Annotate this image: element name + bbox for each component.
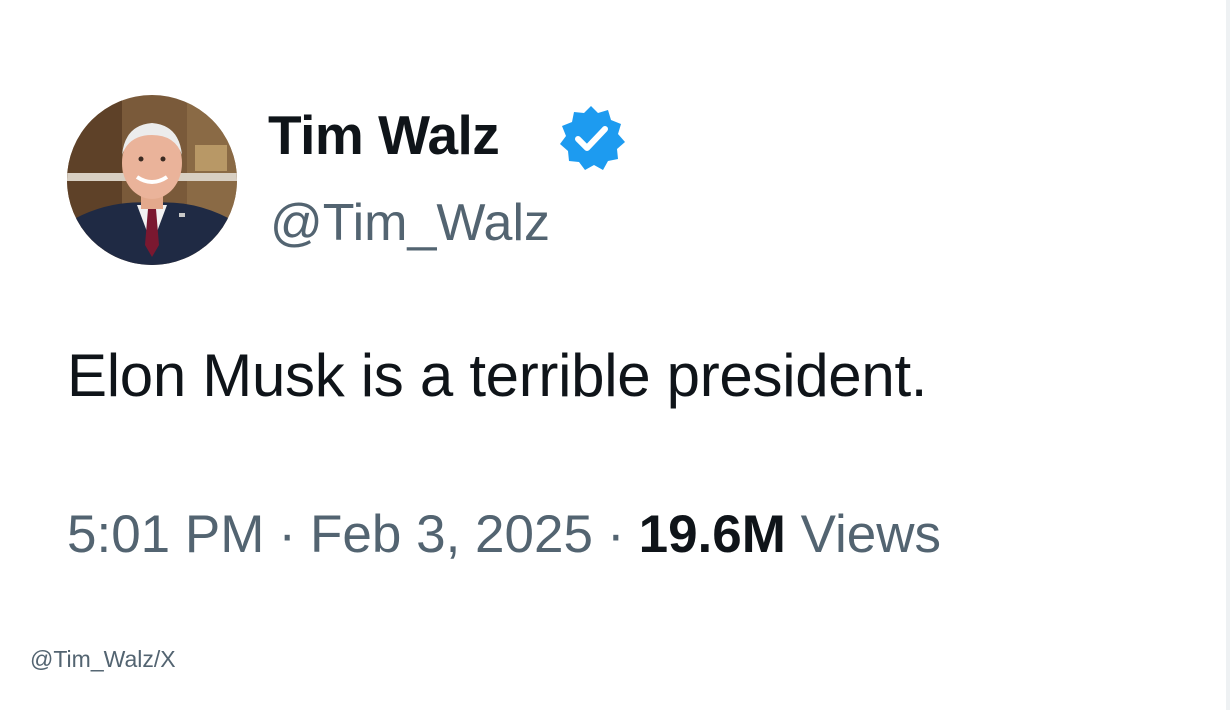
tweet-card: Tim Walz @Tim_Walz Elon Musk is a terrib…: [0, 0, 1230, 710]
post-meta: 5:01 PM · Feb 3, 2025 · 19.6M Views: [67, 500, 941, 570]
post-text: Elon Musk is a terrible president.: [67, 342, 928, 409]
views-count: 19.6M: [638, 505, 786, 564]
post-date[interactable]: Feb 3, 2025: [310, 505, 593, 564]
meta-separator: ·: [278, 505, 297, 564]
verified-badge-icon[interactable]: [555, 102, 627, 174]
post-time[interactable]: 5:01 PM: [67, 505, 264, 564]
meta-separator: ·: [606, 505, 625, 564]
edge-divider: [1226, 0, 1230, 710]
display-name[interactable]: Tim Walz: [268, 100, 500, 170]
user-handle[interactable]: @Tim_Walz: [270, 188, 550, 258]
avatar[interactable]: [67, 95, 237, 265]
source-credit: @Tim_Walz/X: [30, 646, 176, 672]
views-label: Views: [800, 505, 942, 564]
avatar-photo: [67, 95, 237, 265]
